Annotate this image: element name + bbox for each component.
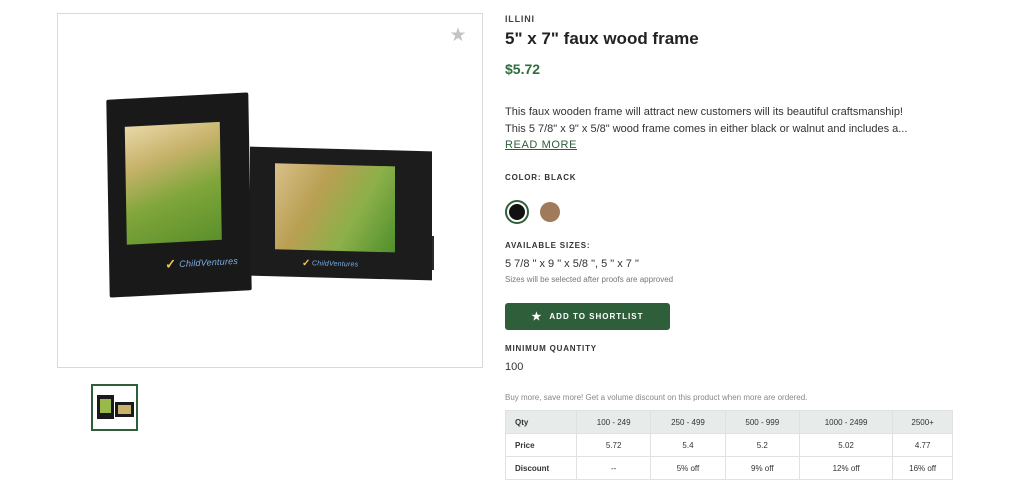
frame-photo	[124, 121, 222, 245]
read-more-link[interactable]: READ MORE	[505, 139, 577, 151]
table-header: Qty	[505, 410, 577, 434]
description-line: This faux wooden frame will attract new …	[505, 106, 903, 118]
table-cell: 12% off	[798, 456, 894, 480]
table-cell: 4.77	[892, 433, 953, 457]
pricing-discount-row: Discount -- 5% off 9% off 12% off 16% of…	[505, 456, 953, 480]
table-header: 250 - 499	[650, 410, 726, 434]
pricing-table: Qty 100 - 249 250 - 499 500 - 999 1000 -…	[505, 410, 953, 480]
frame-large: ✓ ChildVentures	[106, 92, 252, 298]
color-swatch-black[interactable]	[505, 200, 529, 224]
table-header: 100 - 249	[575, 410, 652, 434]
description-line: This 5 7/8" x 9" x 5/8" wood frame comes…	[505, 123, 908, 135]
table-cell: 9% off	[724, 456, 800, 480]
thumb-photo	[118, 405, 131, 414]
sizes-value: 5 7/8 " x 9 " x 5/8 ", 5 " x 7 "	[505, 258, 639, 270]
table-cell: 5% off	[650, 456, 726, 480]
star-icon: ★	[531, 311, 543, 323]
frame-photo	[275, 163, 395, 253]
product-thumbnail[interactable]	[91, 384, 138, 431]
minimum-quantity-label: MINIMUM QUANTITY	[505, 344, 597, 353]
logo-check-icon: ✓	[302, 257, 311, 270]
pricing-price-row: Price 5.72 5.4 5.2 5.02 4.77	[505, 433, 953, 457]
frame-logo: ChildVentures	[312, 260, 359, 269]
table-header: 2500+	[892, 410, 953, 434]
product-title: 5" x 7" faux wood frame	[505, 29, 699, 48]
table-cell: 5.72	[575, 433, 652, 457]
table-cell: 5.2	[724, 433, 800, 457]
pricing-header-row: Qty 100 - 249 250 - 499 500 - 999 1000 -…	[505, 410, 953, 434]
thumb-photo	[100, 399, 111, 413]
shortlist-label: ADD TO SHORTLIST	[549, 312, 644, 321]
thumb-frame-small	[115, 402, 134, 417]
table-header: 500 - 999	[724, 410, 800, 434]
thumb-frame-large	[97, 395, 114, 419]
sizes-note: Sizes will be selected after proofs are …	[505, 275, 674, 284]
product-price: $5.72	[505, 61, 541, 77]
favorite-star-icon[interactable]: ★	[448, 26, 468, 46]
table-cell: --	[575, 456, 652, 480]
table-cell: Discount	[505, 456, 577, 480]
swatch-dot	[509, 204, 525, 220]
color-swatch-walnut[interactable]	[540, 202, 560, 222]
logo-check-icon: ✓	[165, 256, 177, 272]
table-cell: 5.02	[798, 433, 894, 457]
minimum-quantity-value: 100	[505, 361, 524, 373]
frame-logo: ChildVentures	[179, 255, 239, 269]
product-brand: ILLINI	[505, 14, 535, 24]
frame-small: ✓ ChildVentures	[250, 146, 432, 281]
sizes-label: AVAILABLE SIZES:	[505, 241, 591, 250]
swatch-dot	[540, 202, 560, 222]
table-cell: Price	[505, 433, 577, 457]
table-cell: 16% off	[892, 456, 953, 480]
color-label: COLOR: BLACK	[505, 173, 577, 182]
table-header: 1000 - 2499	[798, 410, 894, 434]
add-to-shortlist-button[interactable]: ★ ADD TO SHORTLIST	[505, 303, 670, 330]
product-description: This faux wooden frame will attract new …	[505, 104, 955, 138]
table-cell: 5.4	[650, 433, 726, 457]
volume-discount-note: Buy more, save more! Get a volume discou…	[505, 393, 808, 402]
